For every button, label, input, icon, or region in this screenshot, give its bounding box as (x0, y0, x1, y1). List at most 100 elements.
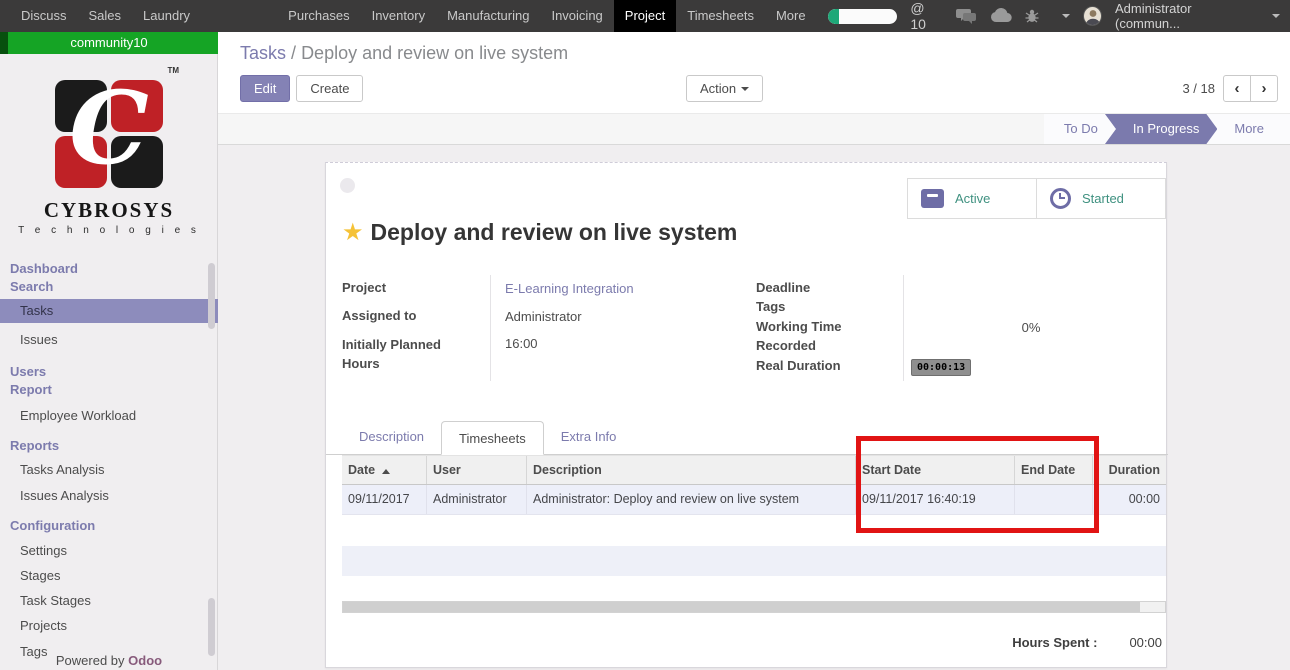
messages-icon[interactable] (956, 7, 977, 25)
user-menu-caret-icon (1272, 14, 1280, 18)
working-time-progress-value: 0% (986, 320, 1076, 335)
empty-stripe-row (342, 546, 1166, 576)
sidebar-item-tasks-analysis[interactable]: Tasks Analysis (0, 461, 218, 479)
cloud-icon[interactable] (990, 7, 1011, 25)
sidebar-heading-report[interactable]: Report (0, 381, 218, 399)
sidebar-item-employee-workload[interactable]: Employee Workload (0, 407, 218, 425)
nav-purchases[interactable]: Purchases (277, 0, 360, 32)
systray: @ 10 Administrator (commun... (828, 0, 1290, 32)
logo-monogram: C (55, 68, 163, 188)
sidebar-item-issues-analysis[interactable]: Issues Analysis (0, 487, 218, 505)
nav-laundry-management[interactable]: Laundry Management (132, 0, 277, 32)
cell-date: 09/11/2017 (342, 485, 427, 514)
action-label: Action (700, 81, 736, 96)
sidebar-heading-reports[interactable]: Reports (0, 437, 218, 455)
chevron-down-icon (741, 87, 749, 91)
kanban-state-dot[interactable] (340, 178, 355, 193)
sidebar-item-issues[interactable]: Issues (0, 331, 218, 349)
content-header: Tasks / Deploy and review on live system… (218, 32, 1290, 113)
started-label: Started (1082, 191, 1124, 206)
real-duration-field-label: Real Duration (756, 358, 886, 373)
timesheet-table: Date User Description Start Date End Dat… (342, 455, 1166, 515)
nav-more-label: More (776, 8, 806, 23)
sidebar-item-tasks[interactable]: Tasks (0, 299, 218, 323)
nav-timesheets[interactable]: Timesheets (676, 0, 765, 32)
pager-next-button[interactable]: › (1250, 75, 1278, 102)
column-header-start-date[interactable]: Start Date (856, 456, 1015, 484)
create-button[interactable]: Create (296, 75, 363, 102)
nav-invoicing[interactable]: Invoicing (540, 0, 613, 32)
stage-step-todo[interactable]: To Do (1044, 114, 1116, 144)
breadcrumb-current: Deploy and review on live system (301, 43, 568, 63)
assigned-to-field-label: Assigned to (342, 308, 482, 323)
date-header-label: Date (348, 463, 375, 477)
nav-inventory[interactable]: Inventory (361, 0, 436, 32)
top-navbar: Discuss Sales Laundry Management Purchas… (0, 0, 1290, 32)
sidebar-heading-dashboard[interactable]: Dashboard (0, 260, 218, 278)
cell-description: Administrator: Deploy and review on live… (527, 485, 856, 514)
priority-star-icon[interactable]: ★ (342, 221, 364, 245)
clock-icon (1050, 188, 1071, 209)
mention-counter[interactable]: @ 10 (910, 0, 942, 32)
powered-by-text: Powered by (56, 653, 125, 668)
form-sheet: Active Started ★ Deploy and review on li… (325, 162, 1167, 668)
sidebar-menu: Dashboard Search Tasks Issues Users Repo… (0, 260, 218, 661)
task-title: Deploy and review on live system (371, 219, 738, 246)
horizontal-scrollbar-thumb[interactable] (343, 602, 1140, 612)
logo-trademark: TM (167, 66, 179, 75)
tags-field-label: Tags (756, 299, 886, 314)
sidebar-item-stages[interactable]: Stages (0, 567, 218, 585)
nav-sales[interactable]: Sales (78, 0, 133, 32)
sidebar-scrollbar-thumb[interactable] (208, 263, 215, 329)
nav-manufacturing[interactable]: Manufacturing (436, 0, 540, 32)
active-stat-button[interactable]: Active (907, 178, 1037, 219)
tab-timesheets[interactable]: Timesheets (441, 421, 544, 455)
assigned-to-field-value: Administrator (505, 309, 582, 324)
sidebar-scrollbar-thumb[interactable] (208, 598, 215, 656)
record-pager: 3 / 18 ‹ › (1182, 75, 1278, 102)
user-menu[interactable]: Administrator (commun... (1115, 1, 1254, 31)
sidebar-heading-users[interactable]: Users (0, 363, 218, 381)
database-badge: community10 (0, 32, 218, 54)
project-field-label: Project (342, 280, 482, 295)
debug-caret-icon[interactable] (1062, 14, 1070, 18)
sidebar-item-task-stages[interactable]: Task Stages (0, 592, 218, 610)
column-header-description[interactable]: Description (527, 456, 856, 484)
cell-start-date: 09/11/2017 16:40:19 (856, 485, 1015, 514)
action-dropdown-button[interactable]: Action (686, 75, 763, 102)
column-header-end-date[interactable]: End Date (1015, 456, 1093, 484)
breadcrumb-tasks-link[interactable]: Tasks (240, 43, 286, 63)
form-background: Active Started ★ Deploy and review on li… (218, 145, 1290, 670)
working-time-field-label: Working Time Recorded (756, 317, 866, 355)
real-duration-timer-badge: 00:00:13 (911, 359, 971, 376)
tab-extra-info[interactable]: Extra Info (544, 420, 634, 454)
column-header-duration[interactable]: Duration (1093, 456, 1166, 484)
column-header-user[interactable]: User (427, 456, 527, 484)
tab-description[interactable]: Description (342, 420, 441, 454)
sidebar-item-settings[interactable]: Settings (0, 542, 218, 560)
pager-previous-button[interactable]: ‹ (1223, 75, 1251, 102)
odoo-brand-link[interactable]: Odoo (128, 653, 162, 668)
sidebar-heading-configuration[interactable]: Configuration (0, 517, 218, 535)
started-stat-button[interactable]: Started (1036, 178, 1166, 219)
column-header-date[interactable]: Date (342, 456, 427, 484)
sidebar-item-projects[interactable]: Projects (0, 617, 218, 635)
horizontal-scrollbar[interactable] (342, 601, 1166, 613)
deadline-field-label: Deadline (756, 280, 886, 295)
table-row[interactable]: 09/11/2017 Administrator Administrator: … (342, 485, 1166, 515)
nav-more[interactable]: More (765, 0, 828, 32)
edit-button[interactable]: Edit (240, 75, 290, 102)
app-window: Discuss Sales Laundry Management Purchas… (0, 0, 1290, 670)
cell-end-date (1015, 485, 1093, 514)
user-avatar[interactable] (1083, 6, 1102, 26)
nav-discuss[interactable]: Discuss (10, 0, 78, 32)
hours-spent-label: Hours Spent : (1012, 635, 1097, 650)
stage-step-in-progress[interactable]: In Progress (1105, 114, 1217, 144)
stage-step-more[interactable]: More (1206, 114, 1290, 144)
nav-project[interactable]: Project (614, 0, 676, 32)
project-field-value[interactable]: E-Learning Integration (505, 281, 634, 296)
planned-hours-field-label: Initially Planned Hours (342, 335, 467, 373)
debug-bug-icon[interactable] (1024, 7, 1044, 25)
timesheet-timer-bar[interactable] (828, 9, 897, 24)
sidebar-heading-search[interactable]: Search (0, 278, 218, 296)
